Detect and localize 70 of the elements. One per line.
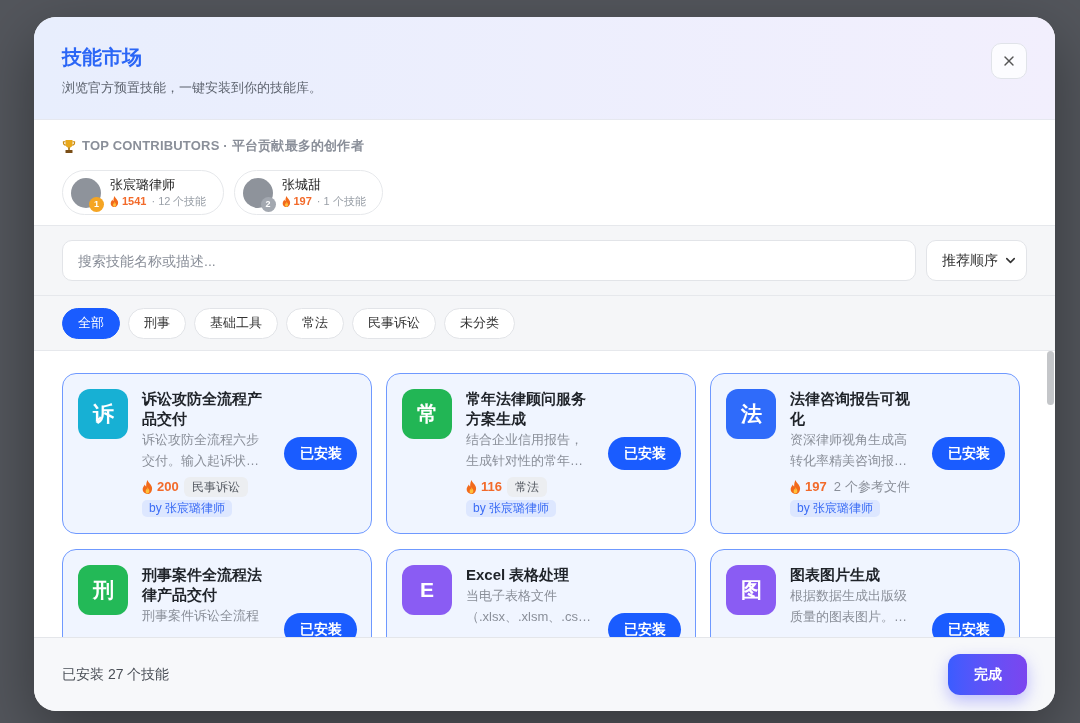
install-button[interactable]: 已安装 xyxy=(932,613,1005,637)
skill-description: 当电子表格文件（.xlsx、.xlsm、.cs… xyxy=(466,587,592,626)
skill-description: 诉讼攻防全流程六步交付。输入起诉状… xyxy=(142,431,260,470)
contributor-skill-count: · 1 个技能 xyxy=(316,194,366,208)
skill-card[interactable]: 诉 诉讼攻防全流程产品交付 诉讼攻防全流程六步交付。输入起诉状… 200 民事诉讼 by 张宸璐律师 已安装 xyxy=(62,373,372,534)
skill-description: 根据数据生成出版级质量的图表图片。… xyxy=(790,587,908,626)
contributor-score: 1541 xyxy=(122,194,147,208)
search-field[interactable]: 搜索技能名称或描述... xyxy=(62,240,916,281)
skill-title: 诉讼攻防全流程产品交付 xyxy=(142,389,263,429)
author-tag[interactable]: by 张宸璐律师 xyxy=(466,500,556,517)
skill-score: 197 xyxy=(805,478,827,496)
contributor-name: 张城甜 xyxy=(281,177,322,193)
done-button[interactable]: 完成 xyxy=(948,654,1027,695)
trophy-icon xyxy=(62,139,76,153)
flame-icon xyxy=(110,195,119,207)
contributors-heading: TOP CONTRIBUTORS · 平台贡献最多的创作者 xyxy=(82,137,364,155)
skill-avatar: 图 xyxy=(726,565,776,615)
install-button[interactable]: 已安装 xyxy=(284,613,357,637)
category-tag: 常法 xyxy=(507,477,547,497)
dialog-title: 技能市场 xyxy=(62,45,143,70)
contributor-name: 张宸璐律师 xyxy=(110,177,176,193)
avatar-placeholder xyxy=(71,177,101,208)
contributor-score: 197 xyxy=(293,194,312,208)
contributor-chip[interactable]: 1 张宸璐律师 1541 · 12 个技能 xyxy=(62,170,224,215)
skill-card[interactable]: 刑 刑事案件全流程法律产品交付 刑事案件诉讼全流程 已安装 xyxy=(62,549,372,637)
filter-chip[interactable]: 民事诉讼 xyxy=(352,307,436,339)
flame-icon xyxy=(466,480,477,494)
dialog-subtitle: 浏览官方预置技能，一键安装到你的技能库。 xyxy=(62,79,322,97)
skill-avatar: E xyxy=(402,565,452,615)
skill-title: Excel 表格处理 xyxy=(466,565,571,585)
flame-icon xyxy=(142,480,153,494)
contributor-chip[interactable]: 2 张城甜 197 · 1 个技能 xyxy=(233,170,383,215)
install-button[interactable]: 已安装 xyxy=(608,437,681,470)
category-tag: 民事诉讼 xyxy=(183,477,248,497)
author-tag[interactable]: by 张宸璐律师 xyxy=(142,500,232,517)
file-count: 2 个参考文件 xyxy=(833,478,910,496)
filter-chip[interactable]: 常法 xyxy=(286,307,344,339)
skill-avatar: 常 xyxy=(402,389,452,439)
skill-title: 刑事案件全流程法律产品交付 xyxy=(142,565,263,605)
install-button[interactable]: 已安装 xyxy=(932,437,1005,470)
contributor-skill-count: · 12 个技能 xyxy=(151,194,207,208)
skill-avatar: 法 xyxy=(726,389,776,439)
filter-chip[interactable]: 刑事 xyxy=(128,307,186,339)
close-button[interactable] xyxy=(991,43,1027,79)
flame-icon xyxy=(790,480,801,494)
sort-select[interactable]: 推荐顺序 xyxy=(926,240,1027,281)
filter-chip[interactable]: 全部 xyxy=(62,307,120,339)
install-button[interactable]: 已安装 xyxy=(284,437,357,470)
filter-chip[interactable]: 基础工具 xyxy=(194,307,278,339)
skill-card[interactable]: 法 法律咨询报告可视化 资深律师视角生成高转化率精美咨询报… 197 2 个参考文件 by 张宸璐律师 已安装 xyxy=(710,373,1020,534)
filter-chip[interactable]: 未分类 xyxy=(444,307,515,339)
skill-avatar: 诉 xyxy=(78,389,128,439)
skill-title: 图表图片生成 xyxy=(790,565,881,585)
skill-avatar: 刑 xyxy=(78,565,128,615)
install-button[interactable]: 已安装 xyxy=(608,613,681,637)
avatar-placeholder xyxy=(242,177,273,208)
skill-score: 116 xyxy=(481,478,502,496)
skill-score: 200 xyxy=(157,478,179,496)
scrollbar-thumb[interactable] xyxy=(1047,351,1054,405)
skill-card[interactable]: 常 常年法律顾问服务方案生成 结合企业信用报告，生成针对性的常年… 116 常法 by 张宸璐律师 已安装 xyxy=(386,373,696,534)
skill-title: 法律咨询报告可视化 xyxy=(790,389,911,429)
installed-summary: 已安装 27 个技能 xyxy=(62,665,170,684)
skill-description: 结合企业信用报告，生成针对性的常年… xyxy=(466,431,584,470)
author-tag[interactable]: by 张宸璐律师 xyxy=(790,500,880,517)
skill-description: 刑事案件诉讼全流程 xyxy=(142,607,260,625)
skill-title: 常年法律顾问服务方案生成 xyxy=(466,389,587,429)
skill-description: 资深律师视角生成高转化率精美咨询报… xyxy=(790,431,908,470)
flame-icon xyxy=(281,195,291,207)
skill-card[interactable]: 图 图表图片生成 根据数据生成出版级质量的图表图片。… 已安装 xyxy=(710,549,1020,637)
skill-card[interactable]: E Excel 表格处理 当电子表格文件（.xlsx、.xlsm、.cs… 已安装 xyxy=(386,549,696,637)
